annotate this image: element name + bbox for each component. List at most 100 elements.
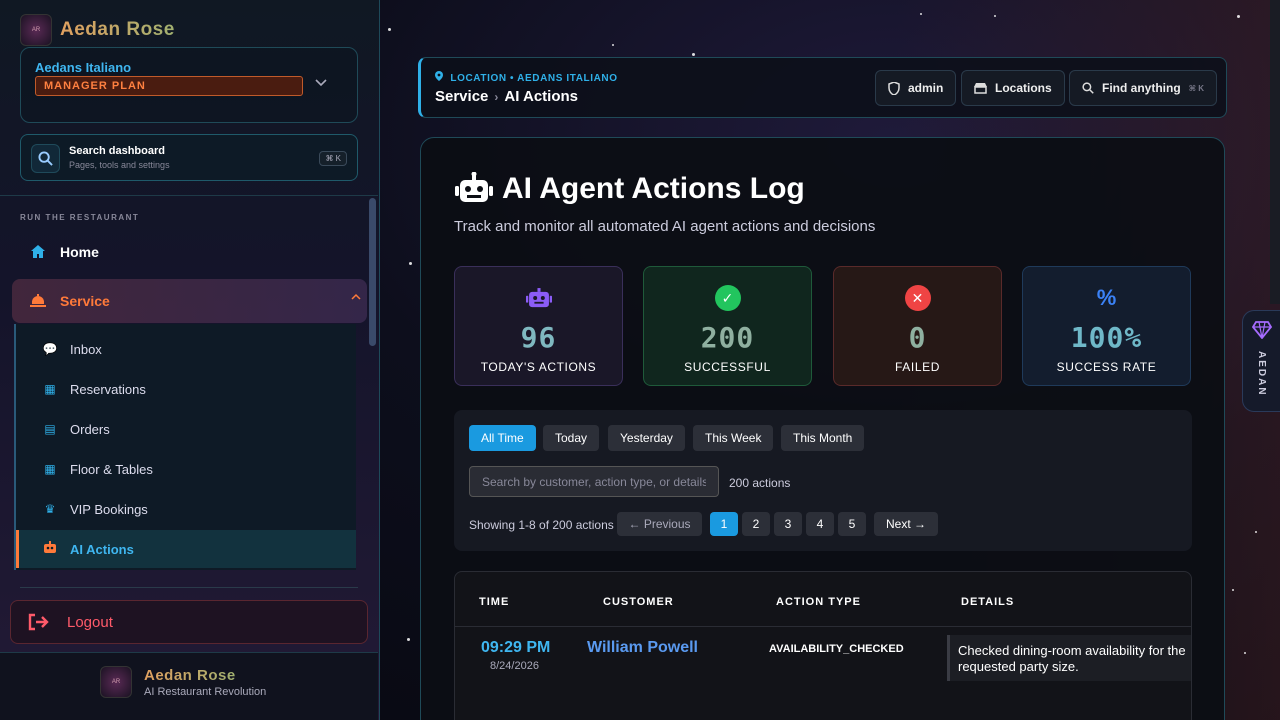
stat-card-failed: ✕ 0 FAILED: [833, 266, 1002, 386]
search-dashboard-button[interactable]: Search dashboard Pages, tools and settin…: [20, 134, 358, 181]
admin-button[interactable]: admin: [875, 70, 957, 106]
search-shortcut: ⌘ K: [319, 151, 347, 166]
search-icon: [1082, 82, 1094, 94]
search-icon: [31, 144, 60, 173]
column-header-details[interactable]: DETAILS: [961, 596, 1014, 608]
range-this-month[interactable]: This Month: [781, 425, 865, 451]
stat-value: 100%: [1070, 321, 1143, 354]
stat-label: SUCCESS RATE: [1056, 360, 1157, 374]
chevron-down-icon[interactable]: [315, 76, 327, 90]
x-circle-icon: ✕: [904, 285, 931, 311]
logout-button[interactable]: Logout: [10, 600, 368, 644]
sidebar-item-label: Reservations: [70, 381, 146, 397]
diamond-icon: [1251, 321, 1273, 344]
stat-label: SUCCESSFUL: [684, 360, 771, 374]
brand[interactable]: AR Aedan Rose: [20, 14, 175, 46]
sidebar-item-label: Orders: [70, 421, 110, 437]
chevron-up-icon[interactable]: [351, 293, 361, 300]
search-input[interactable]: [469, 466, 719, 497]
store-icon: [974, 83, 987, 94]
breadcrumb-parent[interactable]: Service: [435, 88, 488, 105]
action-count: 200 actions: [729, 476, 791, 490]
range-this-week[interactable]: This Week: [693, 425, 774, 451]
column-header-time[interactable]: TIME: [479, 596, 509, 608]
actions-table: TIME CUSTOMER ACTION TYPE DETAILS 09:29 …: [454, 571, 1192, 720]
aedan-side-tab[interactable]: AEDAN: [1242, 310, 1280, 412]
sidebar-item-ai-actions[interactable]: AI Actions: [16, 530, 356, 568]
row-date: 8/24/2026: [490, 660, 539, 672]
range-all-time[interactable]: All Time: [469, 425, 536, 451]
receipt-icon: ▤: [44, 422, 56, 436]
sidebar-item-label: VIP Bookings: [70, 501, 148, 517]
sidebar-item-label: Service: [60, 293, 110, 309]
robot-icon: [42, 541, 58, 557]
page-2-button[interactable]: 2: [742, 512, 770, 536]
column-header-action-type[interactable]: ACTION TYPE: [776, 596, 861, 608]
page-scrollbar[interactable]: [1270, 0, 1280, 304]
check-circle-icon: ✓: [714, 285, 741, 311]
search-title: Search dashboard: [69, 145, 165, 157]
row-time: 09:29 PM: [481, 639, 551, 656]
stat-card-successful: ✓ 200 SUCCESSFUL: [643, 266, 812, 386]
sidebar-scrollbar[interactable]: [369, 198, 376, 346]
robot-icon: [525, 285, 552, 311]
stat-label: FAILED: [895, 360, 940, 374]
grid-icon: ▦: [44, 462, 56, 476]
main-card: AI Agent Actions Log Track and monitor a…: [420, 137, 1225, 720]
find-shortcut: ⌘ K: [1188, 83, 1205, 93]
header-divider: [455, 626, 1191, 627]
breadcrumb: Service › AI Actions: [435, 88, 578, 105]
sidebar-item-inbox[interactable]: 💬 Inbox: [16, 330, 356, 368]
divider: [20, 587, 358, 588]
org-name: Aedans Italiano: [35, 60, 132, 75]
sidebar-item-service[interactable]: Service: [12, 279, 367, 323]
divider: [0, 195, 378, 196]
stat-card-today: 96 TODAY'S ACTIONS: [454, 266, 623, 386]
stat-value: 0: [908, 321, 927, 354]
page-5-button[interactable]: 5: [838, 512, 866, 536]
stat-value: 96: [520, 321, 557, 354]
previous-page-button[interactable]: ← Previous: [617, 512, 702, 536]
sidebar-item-label: Inbox: [70, 341, 102, 357]
percent-icon: %: [1096, 285, 1117, 310]
sidebar-item-floor-tables[interactable]: ▦ Floor & Tables: [16, 450, 356, 488]
pagination-summary: Showing 1-8 of 200 actions: [469, 518, 614, 532]
search-subtitle: Pages, tools and settings: [69, 160, 170, 170]
footer-tagline: AI Restaurant Revolution: [144, 686, 267, 698]
page-1-button[interactable]: 1: [710, 512, 738, 536]
brand-logo: AR: [100, 666, 132, 698]
row-details: Checked dining-room availability for the…: [947, 635, 1191, 681]
next-page-button[interactable]: Next →: [874, 512, 938, 536]
locations-button[interactable]: Locations: [961, 70, 1065, 106]
page-4-button[interactable]: 4: [806, 512, 834, 536]
sidebar-item-label: Home: [60, 244, 99, 260]
range-yesterday[interactable]: Yesterday: [608, 425, 685, 451]
breadcrumb-current: AI Actions: [504, 88, 579, 105]
range-today[interactable]: Today: [543, 425, 600, 451]
brand-logo: AR: [20, 14, 52, 46]
column-header-customer[interactable]: CUSTOMER: [603, 596, 674, 608]
shield-icon: [888, 81, 900, 95]
top-bar: LOCATION • AEDANS ITALIANO Service › AI …: [418, 57, 1227, 118]
row-customer-link[interactable]: William Powell: [587, 639, 698, 657]
sidebar-item-reservations[interactable]: ▦ Reservations: [16, 370, 356, 408]
section-label: RUN THE RESTAURANT: [20, 213, 140, 222]
robot-icon: [455, 172, 493, 202]
chat-icon: 💬: [42, 342, 58, 356]
find-anything-button[interactable]: Find anything ⌘ K: [1069, 70, 1218, 106]
side-tab-label: AEDAN: [1256, 351, 1267, 397]
page-title: AI Agent Actions Log: [454, 172, 805, 206]
sidebar-item-label: AI Actions: [70, 541, 134, 557]
page-3-button[interactable]: 3: [774, 512, 802, 536]
stat-card-success-rate: % 100% SUCCESS RATE: [1022, 266, 1191, 386]
sidebar-item-orders[interactable]: ▤ Orders: [16, 410, 356, 448]
sidebar-item-vip-bookings[interactable]: ♛ VIP Bookings: [16, 490, 356, 528]
org-switcher[interactable]: Aedans Italiano MANAGER PLAN: [20, 47, 358, 123]
row-action-type: AVAILABILITY_CHECKED: [769, 643, 904, 655]
sidebar-item-label: Floor & Tables: [70, 461, 153, 477]
sidebar-item-home[interactable]: Home: [12, 235, 367, 269]
bell-icon: [30, 294, 46, 307]
logout-icon: [28, 613, 49, 631]
plan-badge: MANAGER PLAN: [35, 76, 303, 96]
location-label: LOCATION • AEDANS ITALIANO: [435, 71, 618, 84]
